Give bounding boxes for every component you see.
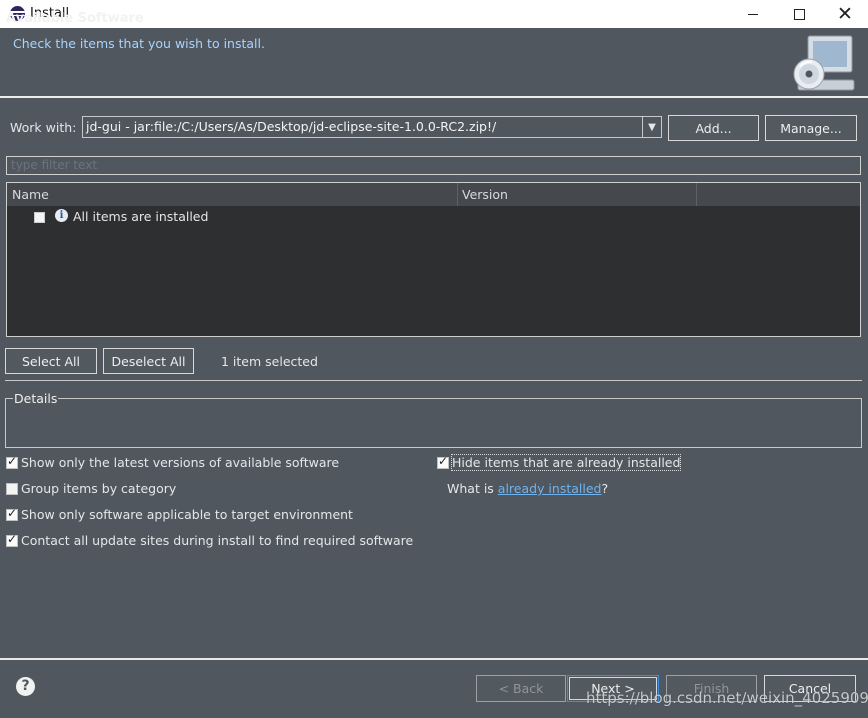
close-button[interactable]: ✕ bbox=[822, 0, 868, 28]
latest-versions-checkbox[interactable] bbox=[6, 454, 18, 469]
column-version[interactable]: Version bbox=[462, 187, 508, 202]
table-header: Name Version bbox=[7, 183, 860, 206]
software-table[interactable]: Name Version i All items are installed bbox=[6, 182, 861, 337]
maximize-icon bbox=[793, 8, 805, 20]
back-button-label: < Back bbox=[498, 681, 544, 696]
manage-button-label: Manage... bbox=[780, 120, 842, 136]
table-row[interactable]: i All items are installed bbox=[7, 207, 860, 227]
column-divider[interactable] bbox=[696, 183, 697, 206]
column-name[interactable]: Name bbox=[12, 187, 49, 202]
info-icon: i bbox=[55, 209, 68, 222]
row-label: All items are installed bbox=[73, 209, 209, 224]
filter-placeholder: type filter text bbox=[11, 158, 98, 172]
contact-sites-checkbox[interactable] bbox=[6, 532, 18, 547]
footer-separator bbox=[0, 658, 868, 660]
group-by-category-checkbox[interactable] bbox=[6, 483, 18, 495]
contact-sites-label[interactable]: Contact all update sites during install … bbox=[21, 533, 413, 548]
hide-installed-checkbox[interactable] bbox=[437, 454, 449, 469]
select-all-button[interactable]: Select All bbox=[5, 348, 97, 374]
what-is-suffix: ? bbox=[601, 481, 609, 496]
column-divider[interactable] bbox=[457, 183, 458, 206]
what-is-prefix: What is bbox=[447, 481, 498, 496]
already-installed-link[interactable]: already installed bbox=[498, 481, 602, 496]
work-with-label: Work with: bbox=[10, 120, 77, 135]
banner-description: Check the items that you wish to install… bbox=[13, 36, 265, 51]
details-group bbox=[5, 398, 862, 448]
details-label: Details bbox=[13, 391, 59, 406]
what-is-installed-text: What is already installed? bbox=[447, 481, 608, 496]
computer-cd-icon bbox=[793, 35, 855, 91]
minimize-button[interactable] bbox=[730, 0, 776, 28]
group-by-category-label[interactable]: Group items by category bbox=[21, 481, 176, 496]
help-icon[interactable]: ? bbox=[16, 677, 35, 696]
deselect-all-button[interactable]: Deselect All bbox=[103, 348, 194, 374]
target-environment-label[interactable]: Show only software applicable to target … bbox=[21, 507, 353, 522]
selected-count: 1 item selected bbox=[221, 354, 318, 369]
banner-title: Available Software bbox=[6, 11, 144, 26]
latest-versions-label[interactable]: Show only the latest versions of availab… bbox=[21, 455, 339, 470]
separator bbox=[5, 380, 862, 381]
work-with-value: jd-gui - jar:file:/C:/Users/As/Desktop/j… bbox=[86, 119, 497, 134]
close-icon: ✕ bbox=[837, 3, 853, 25]
work-with-combo[interactable]: jd-gui - jar:file:/C:/Users/As/Desktop/j… bbox=[82, 116, 662, 138]
hide-installed-label[interactable]: Hide items that are already installed bbox=[450, 454, 682, 471]
chevron-down-icon[interactable]: ▼ bbox=[642, 117, 661, 137]
manage-button[interactable]: Manage... bbox=[765, 115, 857, 141]
filter-input[interactable]: type filter text bbox=[6, 156, 861, 175]
maximize-button[interactable] bbox=[776, 0, 822, 28]
row-checkbox[interactable] bbox=[34, 212, 45, 223]
minimize-icon bbox=[748, 13, 758, 15]
watermark: https://blog.csdn.net/weixin_40259093 bbox=[586, 689, 868, 707]
banner-separator bbox=[0, 96, 868, 98]
select-all-label: Select All bbox=[21, 353, 81, 369]
back-button[interactable]: < Back bbox=[476, 675, 566, 702]
add-button-label: Add... bbox=[695, 120, 732, 136]
deselect-all-label: Deselect All bbox=[111, 353, 186, 369]
add-button[interactable]: Add... bbox=[668, 115, 759, 141]
target-environment-checkbox[interactable] bbox=[6, 506, 18, 521]
